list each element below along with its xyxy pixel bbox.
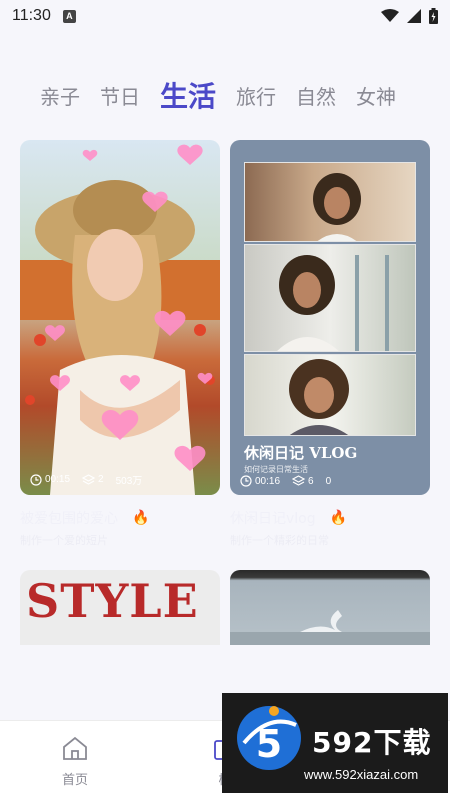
card-uses: 503万 — [115, 476, 143, 487]
watermark-title: 592下载 — [312, 726, 432, 759]
watermark-badge-digit: 5 — [256, 722, 282, 766]
card-caption-2[interactable]: 休闲日记vlog 🔥 — [230, 508, 347, 528]
card-duration: 00:16 — [255, 475, 281, 487]
seagull-thumbnail — [230, 610, 430, 645]
tab-life[interactable]: 生活 — [160, 75, 216, 115]
signal-icon — [407, 9, 421, 23]
home-icon — [63, 736, 87, 760]
status-bar: 11:30 A — [0, 0, 450, 32]
watermark-url: www.592xiazai.com — [304, 767, 419, 782]
card-title: 被爱包围的爱心 — [20, 511, 118, 527]
vlog-photo-3 — [244, 354, 416, 436]
card-caption-1[interactable]: 被爱包围的爱心 🔥 — [20, 508, 149, 528]
tab-nature[interactable]: 自然 — [296, 81, 336, 110]
template-card-style[interactable]: STYLE — [20, 570, 220, 645]
clock-icon — [240, 475, 252, 487]
card-layers: 2 — [98, 474, 104, 485]
tab-festival[interactable]: 节日 — [100, 81, 140, 110]
nav-home[interactable]: 首页 — [45, 735, 105, 788]
card-title: 休闲日记vlog — [230, 511, 316, 527]
category-tabs: 亲子 节日 生活 旅行 自然 女神 — [0, 70, 450, 120]
template-thumbnail — [20, 144, 220, 495]
watermark-592xiazai: 5 592下载 www.592xiazai.com — [222, 693, 448, 793]
card-layers: 6 — [308, 475, 314, 487]
layers-icon — [292, 475, 306, 486]
card-stats: 00:16 6 0 — [240, 475, 422, 487]
nav-home-label: 首页 — [61, 773, 88, 788]
vlog-overlay-subtitle: 如何记录日常生活 — [244, 465, 308, 474]
style-overlay-text: STYLE — [26, 574, 199, 628]
tab-travel[interactable]: 旅行 — [236, 81, 276, 110]
card-subtitle-2: 制作一个精彩的日常 — [230, 534, 329, 547]
wifi-icon — [381, 9, 399, 22]
template-card-seagull[interactable] — [230, 570, 430, 645]
card-stats: 00:15 2 503万 — [30, 472, 212, 487]
card-duration: 00:15 — [45, 474, 71, 485]
status-time: 11:30 — [12, 7, 51, 24]
a-icon: A — [62, 9, 76, 23]
vlog-overlay-title: 休闲日记 VLOG — [244, 444, 358, 462]
card-subtitle-1: 制作一个爱的短片 — [20, 534, 108, 547]
fire-icon: 🔥 — [132, 510, 150, 526]
vlog-photo-2 — [244, 244, 416, 352]
tab-family[interactable]: 亲子 — [40, 81, 80, 110]
layers-icon — [82, 473, 96, 485]
clock-icon — [30, 473, 42, 486]
battery-icon — [429, 8, 438, 24]
tab-goddess[interactable]: 女神 — [356, 81, 396, 110]
fire-icon: 🔥 — [329, 510, 348, 526]
vlog-photo-1 — [244, 162, 416, 242]
watermark-logo-icon: 5 — [237, 706, 301, 770]
template-card-hearts[interactable]: 00:15 2 503万 — [20, 140, 220, 495]
template-card-vlog[interactable]: 休闲日记 VLOG 如何记录日常生活 00:16 6 0 — [230, 140, 430, 495]
card-uses: 0 — [325, 475, 332, 487]
